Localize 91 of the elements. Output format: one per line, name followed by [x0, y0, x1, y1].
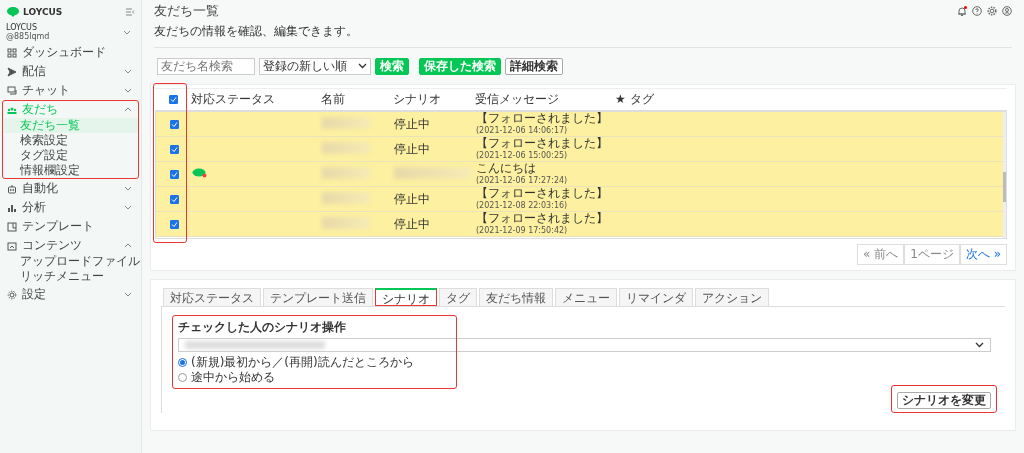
nav-item[interactable]: 自動化 — [3, 180, 138, 197]
column-header: 対応ステータス — [191, 92, 275, 106]
nav-item[interactable]: 分析 — [3, 199, 138, 216]
tab[interactable]: アクション — [695, 288, 769, 306]
search-field[interactable]: 友だち名検索 — [157, 57, 255, 75]
chevron-down-icon — [123, 29, 131, 35]
tab[interactable]: テンプレート送信 — [263, 288, 373, 306]
help-icon[interactable] — [972, 6, 982, 16]
robot-icon — [7, 183, 17, 194]
account-name: LOYCUS — [6, 23, 38, 32]
message-text: 【フォローされました】 — [476, 137, 609, 150]
chevron-down-icon — [124, 205, 132, 210]
column-header: ★ タグ — [615, 92, 654, 106]
page-title: 友だち一覧 — [154, 2, 219, 20]
radio-button[interactable] — [178, 373, 187, 382]
nav-item[interactable]: 設定 — [3, 286, 138, 303]
chevron-down-icon — [358, 63, 367, 69]
speech-bubble-logo-icon — [6, 6, 20, 18]
chat-icon — [7, 85, 17, 96]
grid-icon — [7, 47, 17, 58]
table-row[interactable]: 停止中 【フォローされました】 (2021-12-08 22:03:16) — [156, 187, 1006, 212]
change-scenario-button[interactable]: シナリオを変更 — [897, 392, 991, 409]
tab[interactable]: 対応ステータス — [163, 288, 261, 306]
previous-page-button[interactable]: « 前へ — [857, 244, 905, 265]
account-id: @885lqmd — [6, 32, 50, 41]
user-icon[interactable] — [1002, 6, 1012, 16]
nav-subitem[interactable]: タグ設定 — [3, 148, 138, 163]
advanced-search-button[interactable]: 詳細検索 — [505, 57, 563, 75]
message-time: (2021-12-06 15:00:25) — [476, 150, 569, 161]
send-icon — [7, 66, 17, 77]
chevron-down-icon — [124, 292, 132, 297]
table-row[interactable]: 停止中 【フォローされました】 (2021-12-06 14:06:17) — [156, 112, 1006, 137]
radio-option[interactable]: 途中から始める — [178, 370, 991, 385]
row-checkbox[interactable] — [169, 219, 179, 229]
nav-subitem[interactable]: アップロードファイル — [3, 254, 138, 269]
nav-item[interactable]: コンテンツ — [3, 237, 138, 254]
tab[interactable]: タグ — [439, 288, 477, 306]
row-checkbox[interactable] — [169, 169, 179, 179]
nav-subitem[interactable]: 検索設定 — [3, 133, 138, 148]
chevron-down-icon — [975, 342, 984, 348]
field-label: チェックした人のシナリオ操作 — [178, 319, 347, 336]
column-header: 受信メッセージ — [475, 92, 559, 106]
chevron-down-icon — [124, 88, 132, 93]
message-time: (2021-12-08 22:03:16) — [476, 200, 569, 211]
message-text: 【フォローされました】 — [476, 187, 609, 200]
scenario-status: 停止中 — [394, 142, 430, 156]
settings-icon[interactable] — [987, 6, 997, 16]
logo-text: LOYCUS — [23, 7, 64, 17]
table-row[interactable]: こんにちは (2021-12-06 17:27:24) — [156, 162, 1006, 187]
nav-subitem[interactable]: リッチメニュー — [3, 269, 138, 284]
page-subtitle: 友だちの情報を確認、編集できます。 — [154, 23, 359, 40]
folder-icon — [7, 240, 17, 251]
message-text: 【フォローされました】 — [476, 112, 609, 125]
nav-item[interactable]: 配信 — [3, 63, 138, 80]
scenario-status: 停止中 — [394, 192, 430, 206]
bars-icon — [7, 202, 17, 213]
nav-item[interactable]: ダッシュボード — [3, 44, 138, 61]
message-text: 【フォローされました】 — [476, 212, 609, 225]
sort-dropdown[interactable]: 登録の新しい順 — [259, 57, 371, 75]
column-header: シナリオ — [393, 92, 441, 106]
next-page-button[interactable]: 次へ » — [959, 244, 1007, 265]
row-checkbox[interactable] — [169, 194, 179, 204]
bell-icon[interactable] — [957, 6, 967, 16]
radio-option[interactable]: (新規)最初から／(再開)読んだところから — [178, 355, 991, 370]
tab[interactable]: 友だち情報 — [479, 288, 553, 306]
select-all-checkbox[interactable] — [168, 95, 178, 104]
message-time: (2021-12-06 17:27:24) — [476, 175, 569, 186]
nav-subitem[interactable]: 情報欄設定 — [3, 163, 138, 178]
column-header: 名前 — [321, 92, 345, 106]
scenario-status: 停止中 — [394, 117, 430, 131]
table-row[interactable]: 停止中 【フォローされました】 (2021-12-09 17:50:42) — [156, 212, 1006, 237]
radio-button[interactable] — [178, 358, 187, 367]
template-icon — [7, 221, 17, 232]
chevron-down-icon — [124, 69, 132, 74]
tab[interactable]: メニュー — [555, 288, 617, 306]
scenario-status: 停止中 — [394, 217, 430, 231]
account-switcher[interactable]: LOYCUS @885lqmd — [0, 19, 141, 43]
message-text: こんにちは — [476, 162, 537, 175]
table-row[interactable]: 停止中 【フォローされました】 (2021-12-06 15:00:25) — [156, 137, 1006, 162]
tab[interactable]: シナリオ — [375, 288, 437, 306]
message-time: (2021-12-09 17:50:42) — [476, 225, 569, 236]
gear-icon — [7, 289, 17, 300]
row-checkbox[interactable] — [169, 144, 179, 154]
message-time: (2021-12-06 14:06:17) — [476, 125, 569, 136]
chevron-down-icon — [124, 186, 132, 191]
page-indicator: 1ページ — [904, 244, 960, 265]
tab[interactable]: リマインダ — [619, 288, 693, 306]
row-checkbox[interactable] — [169, 119, 179, 129]
scrollbar[interactable] — [1003, 112, 1006, 238]
nav-item[interactable]: テンプレート — [3, 218, 138, 235]
nav-item[interactable]: チャット — [3, 82, 138, 99]
